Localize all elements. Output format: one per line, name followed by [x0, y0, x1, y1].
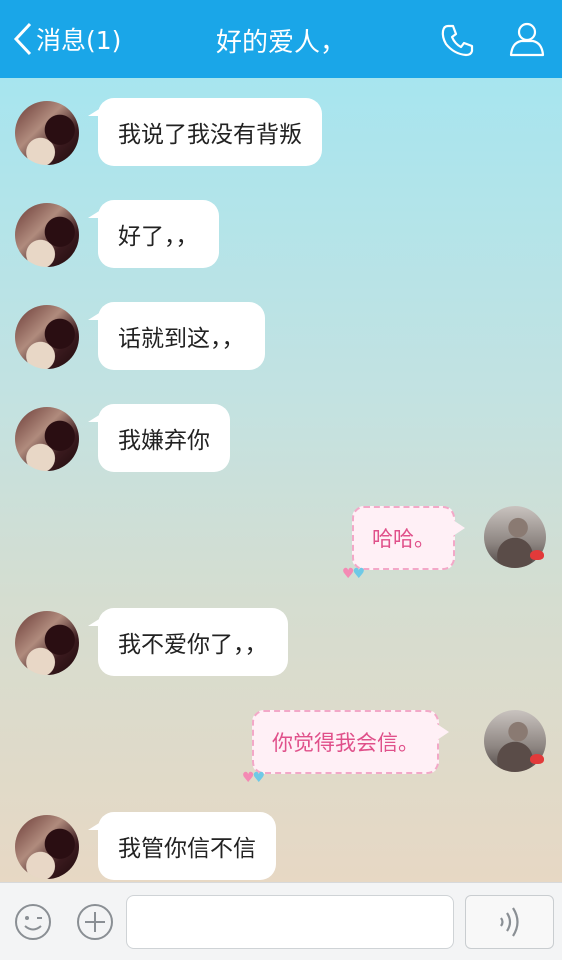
contact-avatar[interactable]: [15, 815, 79, 879]
voice-icon: [499, 907, 519, 937]
teacup-decoration-icon: ♥♥: [342, 566, 365, 582]
message-row: 你觉得我会信。 ♥♥: [0, 710, 562, 786]
message-row: 好了，，: [0, 200, 562, 270]
input-bar: [0, 882, 562, 960]
message-bubble-self[interactable]: 你觉得我会信。 ♥♥: [242, 710, 449, 786]
message-bubble[interactable]: 好了，，: [88, 200, 219, 268]
phone-icon[interactable]: [438, 20, 478, 60]
chat-header: 消息(1) 好的爱人，: [0, 0, 562, 78]
message-input[interactable]: [126, 895, 454, 949]
message-bubble[interactable]: 我不爱你了，，: [88, 608, 288, 676]
message-row: 话就到这，，: [0, 302, 562, 372]
profile-icon[interactable]: [507, 19, 547, 59]
voice-button[interactable]: [465, 895, 554, 949]
message-row: 我嫌弃你: [0, 404, 562, 474]
contact-avatar[interactable]: [15, 101, 79, 165]
chat-area[interactable]: 我说了我没有背叛 好了，， 话就到这，， 我嫌弃你 哈哈。 ♥♥ 我不爱你了，，…: [0, 78, 562, 882]
self-avatar[interactable]: [484, 506, 546, 568]
contact-avatar[interactable]: [15, 305, 79, 369]
message-row: 我不爱你了，，: [0, 608, 562, 678]
self-avatar[interactable]: [484, 710, 546, 772]
contact-avatar[interactable]: [15, 611, 79, 675]
message-row: 我说了我没有背叛: [0, 98, 562, 168]
message-text: 你觉得我会信。: [272, 731, 419, 755]
contact-avatar[interactable]: [15, 407, 79, 471]
message-bubble[interactable]: 我说了我没有背叛: [88, 98, 322, 166]
teacup-decoration-icon: ♥♥: [242, 770, 265, 786]
emoji-icon[interactable]: [14, 903, 52, 941]
message-row: 我管你信不信: [0, 812, 562, 882]
plus-icon[interactable]: [76, 903, 114, 941]
message-bubble[interactable]: 话就到这，，: [88, 302, 265, 370]
message-bubble[interactable]: 我管你信不信: [88, 812, 276, 880]
message-bubble[interactable]: 我嫌弃你: [88, 404, 230, 472]
contact-avatar[interactable]: [15, 203, 79, 267]
message-text: 哈哈。: [372, 527, 435, 551]
message-bubble-self[interactable]: 哈哈。 ♥♥: [342, 506, 465, 582]
message-row: 哈哈。 ♥♥: [0, 506, 562, 582]
